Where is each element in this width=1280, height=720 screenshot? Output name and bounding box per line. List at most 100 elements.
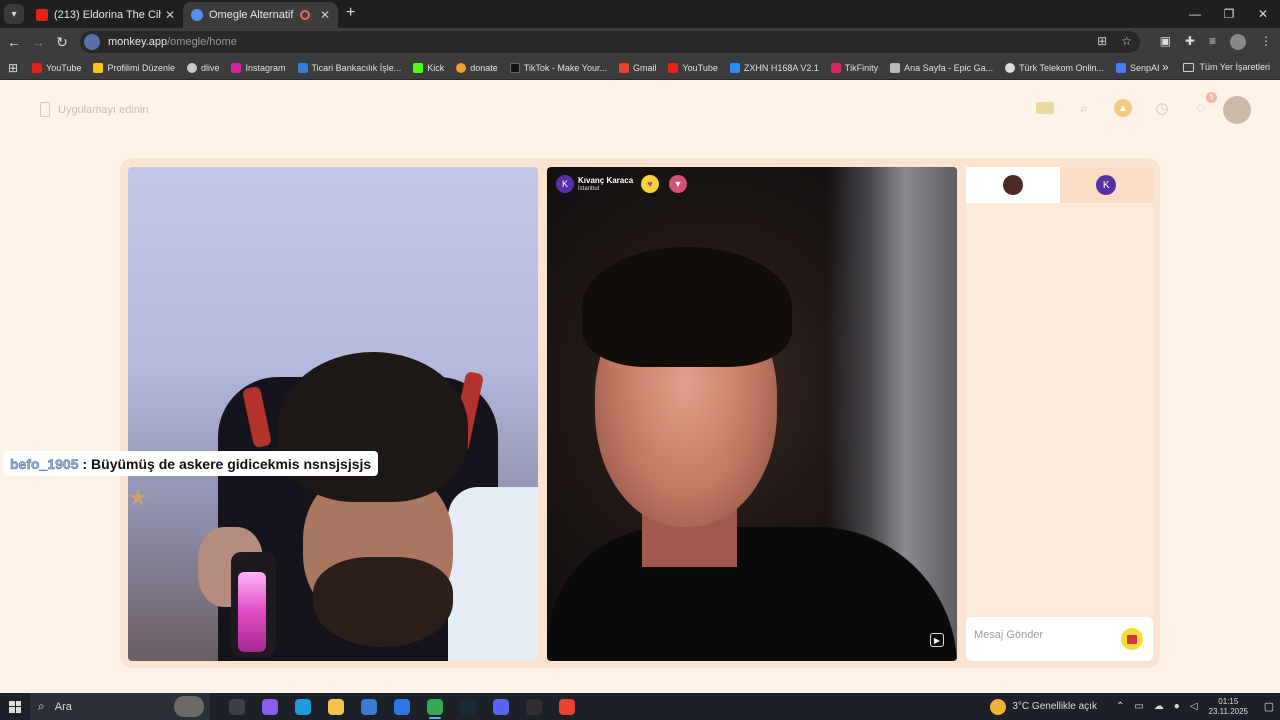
gift-icon [1127, 634, 1137, 644]
skip-button[interactable]: ▶ [930, 633, 944, 647]
taskbar-app-steam[interactable] [451, 693, 484, 720]
bookmark-dlive[interactable]: dlive [186, 62, 219, 73]
jacket [448, 487, 538, 661]
close-window-button[interactable]: ✕ [1246, 0, 1280, 28]
new-tab-button[interactable]: + [346, 4, 355, 22]
hair [278, 352, 468, 502]
ticket-icon [1036, 102, 1054, 114]
onedrive-icon[interactable]: ☁ [1154, 701, 1164, 712]
bookmark-router[interactable]: ZXHN H168A V2.1 [729, 62, 819, 73]
bookmark-profile[interactable]: Profilimi Düzenle [93, 62, 175, 73]
network-icon[interactable]: ▭ [1134, 701, 1143, 712]
weather-icon [990, 698, 1007, 715]
search-icon: ⌕ [38, 699, 45, 713]
youtube-icon [36, 9, 48, 21]
taskbar-search[interactable]: ⌕ Ara [30, 693, 210, 720]
profile-avatar[interactable] [1223, 96, 1251, 124]
taskbar-app-chrome-alt[interactable] [550, 693, 583, 720]
taskbar-app-copilot[interactable] [253, 693, 286, 720]
translate-icon[interactable]: ⊞ [1097, 34, 1107, 48]
tab-monkey[interactable]: Omegle Alternatifi - Monke ✕ [183, 2, 338, 28]
chat-tab-remote[interactable]: K [1059, 167, 1153, 203]
taskbar-app-obs[interactable] [517, 693, 550, 720]
beard [313, 557, 453, 647]
extension-translate-icon[interactable]: ▣ [1160, 34, 1171, 50]
bookmark-label: Ana Sayfa - Epic Ga... [904, 62, 994, 73]
start-button[interactable] [0, 693, 30, 720]
bookmark-turk-telekom[interactable]: Türk Telekom Onlin... [1005, 62, 1104, 73]
tab-youtube[interactable]: (213) Eldorina The Cihan Sinirli ✕ [28, 2, 183, 28]
bookmark-epic[interactable]: Ana Sayfa - Epic Ga... [890, 62, 994, 73]
remote-user-info[interactable]: K Kıvanç Karaca İstanbul [556, 175, 633, 193]
chat-tab-self[interactable] [966, 167, 1060, 203]
media-control-icon[interactable]: ≡ [1209, 34, 1216, 50]
send-gift-button[interactable] [1121, 628, 1143, 650]
bookmark-youtube[interactable]: YouTube [32, 62, 81, 73]
system-tray: 3°C Genellikle açık ⌃ ▭ ☁ ● ◁ 01:15 23.1… [990, 693, 1280, 720]
minimize-button[interactable]: — [1178, 0, 1212, 28]
taskbar-app-mail[interactable] [385, 693, 418, 720]
bookmark-senpai[interactable]: SenpAI [1116, 62, 1160, 73]
bookmark-label: Gmail [632, 62, 657, 73]
restore-button[interactable]: ❐ [1212, 0, 1246, 28]
remote-user-name: Kıvanç Karaca [578, 175, 634, 185]
bookmark-star-icon[interactable]: ☆ [1121, 34, 1132, 48]
bookmark-bank[interactable]: Ticari Bankacılık İşle... [297, 62, 401, 73]
bookmark-label: ZXHN H168A V2.1 [743, 62, 819, 73]
clock[interactable]: 01:15 23.11.2025 [1209, 697, 1248, 717]
copilot-icon [261, 698, 278, 715]
taskbar-app-discord[interactable] [484, 693, 517, 720]
tab-search-button[interactable]: ▾ [4, 4, 24, 24]
gift-badge-button[interactable]: ▼ [669, 175, 687, 193]
header-actions: ⌕ ▲ ◷ ◌ 5 [1035, 92, 1230, 118]
phone-icon [40, 102, 50, 117]
url-path: /omegle/home [167, 36, 237, 48]
menu-icon[interactable]: ⋮ [1260, 34, 1272, 50]
close-icon[interactable]: ✕ [320, 8, 330, 22]
obs-icon [525, 698, 542, 715]
taskbar-app-chrome[interactable] [418, 693, 451, 720]
weather-label[interactable]: 3°C Genellikle açık [1012, 701, 1097, 712]
self-avatar [1002, 175, 1023, 195]
bookmark-tiktok[interactable]: TikTok - Make Your... [509, 62, 607, 73]
volume-icon[interactable]: ◁ [1190, 701, 1198, 712]
search-icon: ⌕ [1079, 99, 1089, 117]
apps-grid-icon[interactable]: ⊞ [8, 61, 18, 75]
chevron-up-icon[interactable]: ⌃ [1116, 701, 1124, 712]
taskbar-app-task-view[interactable] [220, 693, 253, 720]
search-button[interactable]: ⌕ [1074, 98, 1094, 118]
bookmark-youtube-2[interactable]: YouTube [668, 62, 718, 73]
profile-avatar[interactable] [1230, 34, 1246, 50]
extensions-icon[interactable]: ✚ [1185, 34, 1195, 50]
clock-date: 23.11.2025 [1208, 706, 1248, 716]
url-bar[interactable]: monkey.app/omegle/home ⊞ ☆ [80, 31, 1140, 53]
history-button[interactable]: ◷ [1152, 98, 1172, 118]
bookmark-instagram[interactable]: Instagram [231, 62, 286, 73]
forward-button[interactable]: → [26, 34, 50, 50]
taskbar-app-file-explorer[interactable] [319, 693, 352, 720]
youtube-icon [668, 62, 679, 73]
more-bookmarks-icon[interactable]: » [1162, 60, 1169, 74]
chat-panel [966, 167, 1153, 661]
all-bookmarks-folder[interactable]: Tüm Yer İşaretleri [1183, 62, 1270, 72]
bookmark-tikfinity[interactable]: TikFinity [830, 62, 878, 73]
bookmark-donate[interactable]: donate [456, 62, 498, 73]
like-button[interactable]: ♥ [641, 175, 659, 193]
taskbar-app-store[interactable] [352, 693, 385, 720]
site-info-icon[interactable] [84, 34, 100, 50]
reload-button[interactable]: ↻ [50, 34, 74, 51]
tickets-button[interactable] [1035, 98, 1055, 118]
microphone-icon[interactable]: ● [1174, 701, 1180, 712]
hair [582, 247, 792, 367]
notification-center-icon[interactable]: ▢ [1258, 700, 1280, 713]
taskbar-app-edge[interactable] [286, 693, 319, 720]
message-input[interactable] [974, 625, 1114, 645]
get-app-link[interactable]: Uygulamayı edinin [40, 102, 149, 117]
bookmark-kick[interactable]: Kick [413, 62, 444, 73]
close-icon[interactable]: ✕ [165, 8, 175, 22]
chrome-alt-icon [558, 698, 575, 715]
bookmark-gmail[interactable]: Gmail [618, 62, 657, 73]
coins-button[interactable]: ▲ [1113, 98, 1133, 118]
back-button[interactable]: ← [2, 34, 26, 50]
messages-button[interactable]: ◌ 5 [1191, 92, 1217, 118]
